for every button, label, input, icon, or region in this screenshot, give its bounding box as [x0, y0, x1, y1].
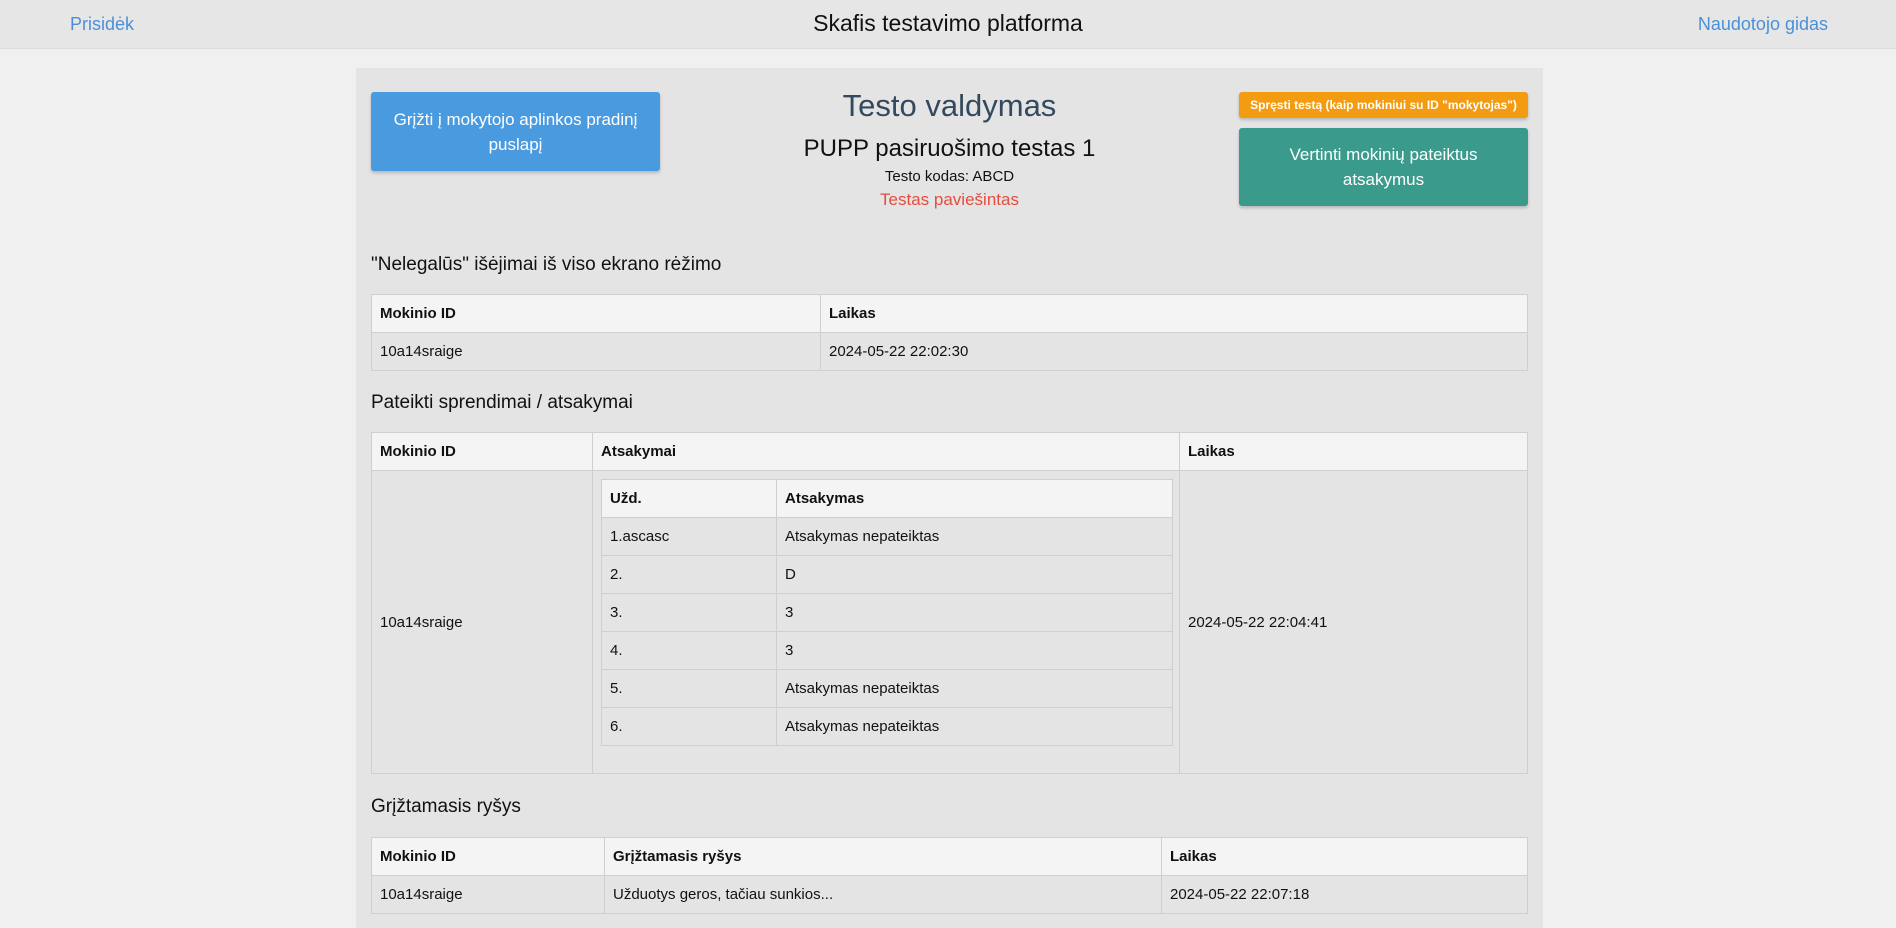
table-row: 10a14sraige Užd. Atsakymas 1.ascasc Atsa… — [371, 470, 1528, 774]
table-row: 10a14sraige Užduotys geros, tačiau sunki… — [371, 875, 1528, 914]
exits-table: Mokinio ID Laikas 10a14sraige 2024-05-22… — [371, 294, 1528, 371]
exits-header-time: Laikas — [820, 294, 1528, 333]
answers-header-task: Užd. — [601, 479, 777, 518]
exits-header-student-id: Mokinio ID — [371, 294, 821, 333]
answer-row: 6. Atsakymas nepateiktas — [601, 707, 1173, 746]
exit-time: 2024-05-22 22:02:30 — [820, 332, 1528, 371]
answer-value: Atsakymas nepateiktas — [776, 517, 1173, 556]
solve-test-as-student-button[interactable]: Spręsti testą (kaip mokiniui su ID "moky… — [1239, 92, 1528, 118]
test-code: Testo kodas: ABCD — [884, 168, 1015, 185]
submission-answers-cell: Užd. Atsakymas 1.ascasc Atsakymas nepate… — [592, 470, 1180, 774]
test-header: Testo valdymas PUPP pasiruošimo testas 1… — [686, 86, 1213, 211]
answer-value: 3 — [776, 593, 1173, 632]
back-to-teacher-home-button[interactable]: Grįžti į mokytojo aplinkos pradinį pusla… — [371, 92, 660, 171]
exit-student-id: 10a14sraige — [371, 332, 821, 371]
table-row: 10a14sraige 2024-05-22 22:02:30 — [371, 332, 1528, 371]
feedback-header-feedback: Grįžtamasis ryšys — [604, 837, 1162, 876]
submission-time: 2024-05-22 22:04:41 — [1179, 470, 1528, 774]
test-name: PUPP pasiruošimo testas 1 — [803, 135, 1096, 162]
submissions-section-title: Pateikti sprendimai / atsakymai — [371, 392, 633, 413]
user-guide-link[interactable]: Naudotojo gidas — [1698, 14, 1828, 35]
answer-task: 6. — [601, 707, 777, 746]
feedback-section-title: Grįžtamasis ryšys — [371, 796, 521, 817]
submissions-header-time: Laikas — [1179, 432, 1528, 471]
answer-task: 3. — [601, 593, 777, 632]
answer-row: 2. D — [601, 555, 1173, 594]
answer-value: Atsakymas nepateiktas — [776, 669, 1173, 708]
app-title: Skafis testavimo platforma — [813, 10, 1083, 36]
answer-row: 3. 3 — [601, 593, 1173, 632]
test-status: Testas paviešintas — [880, 190, 1019, 209]
answers-table: Užd. Atsakymas 1.ascasc Atsakymas nepate… — [601, 479, 1173, 746]
submissions-header-student-id: Mokinio ID — [371, 432, 593, 471]
exits-section-title: "Nelegalūs" išėjimai iš viso ekrano rėži… — [371, 254, 722, 275]
submission-student-id: 10a14sraige — [371, 470, 593, 774]
test-management-panel: Grįžti į mokytojo aplinkos pradinį pusla… — [356, 68, 1543, 928]
page-title: Testo valdymas — [842, 88, 1057, 123]
answers-header-answer: Atsakymas — [776, 479, 1173, 518]
answer-task: 1.ascasc — [601, 517, 777, 556]
answer-task: 4. — [601, 631, 777, 670]
feedback-header-time: Laikas — [1161, 837, 1528, 876]
top-navbar: Prisidėk Skafis testavimo platforma Naud… — [0, 0, 1896, 49]
grade-submissions-button[interactable]: Vertinti mokinių pateiktus atsakymus — [1239, 128, 1528, 206]
answer-value: Atsakymas nepateiktas — [776, 707, 1173, 746]
feedback-table: Mokinio ID Grįžtamasis ryšys Laikas 10a1… — [371, 837, 1528, 914]
feedback-header-student-id: Mokinio ID — [371, 837, 605, 876]
feedback-time: 2024-05-22 22:07:18 — [1161, 875, 1528, 914]
submissions-table: Mokinio ID Atsakymai Laikas 10a14sraige … — [371, 432, 1528, 774]
answer-value: 3 — [776, 631, 1173, 670]
feedback-text: Užduotys geros, tačiau sunkios... — [604, 875, 1162, 914]
answer-row: 4. 3 — [601, 631, 1173, 670]
submissions-header-answers: Atsakymai — [592, 432, 1180, 471]
answer-row: 5. Atsakymas nepateiktas — [601, 669, 1173, 708]
answer-task: 2. — [601, 555, 777, 594]
feedback-student-id: 10a14sraige — [371, 875, 605, 914]
answer-row: 1.ascasc Atsakymas nepateiktas — [601, 517, 1173, 556]
answer-value: D — [776, 555, 1173, 594]
answer-task: 5. — [601, 669, 777, 708]
